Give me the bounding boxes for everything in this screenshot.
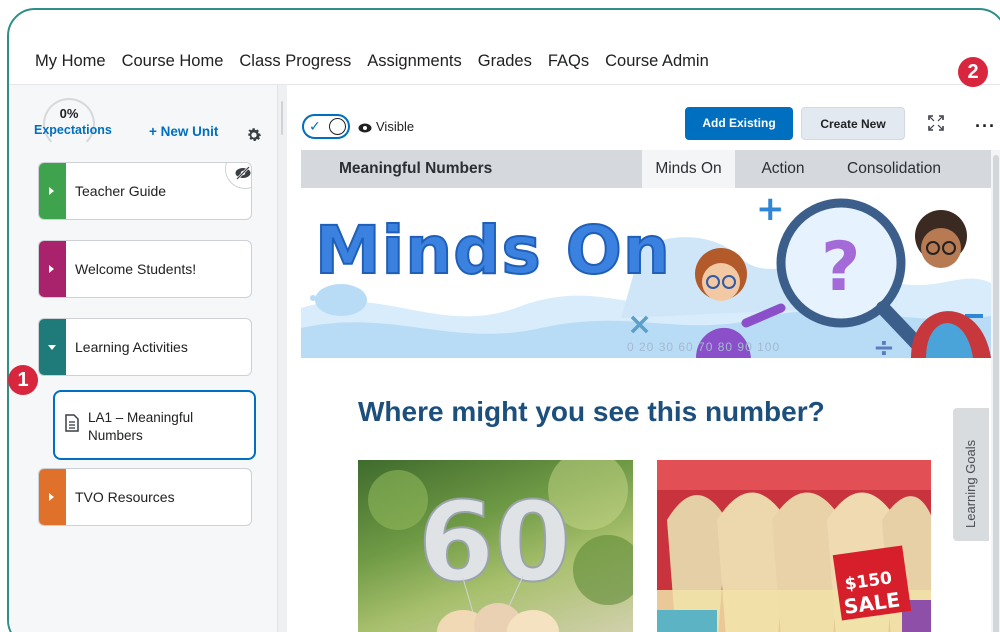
- callout-marker-1: 1: [8, 365, 38, 395]
- expectations-link[interactable]: Expectations: [34, 123, 112, 137]
- expectations-progress[interactable]: 0% Expectations: [34, 98, 112, 158]
- sidebar-resize-handle[interactable]: [277, 85, 287, 632]
- toggle-knob: [329, 118, 346, 135]
- visibility-toggle[interactable]: ✓: [302, 114, 350, 139]
- unit-label: Learning Activities: [75, 339, 188, 355]
- learning-goals-tab[interactable]: Learning Goals: [953, 408, 989, 541]
- nav-course-home[interactable]: Course Home: [122, 52, 224, 71]
- svg-text:+: +: [756, 189, 785, 229]
- unit-card-teacher-guide[interactable]: Teacher Guide: [38, 162, 252, 220]
- check-icon: ✓: [309, 118, 321, 134]
- unit-card-welcome-students[interactable]: Welcome Students!: [38, 240, 252, 298]
- scrollbar-thumb[interactable]: [993, 155, 999, 632]
- nav-assignments[interactable]: Assignments: [367, 52, 461, 71]
- banner-title: Minds On: [314, 211, 671, 290]
- create-new-button[interactable]: Create New: [801, 107, 905, 140]
- unit-label: TVO Resources: [75, 489, 175, 505]
- svg-text:×: ×: [627, 307, 652, 342]
- tab-action[interactable]: Action: [735, 150, 831, 188]
- unit-color-stripe: [39, 319, 66, 375]
- progress-percent: 0%: [59, 106, 79, 121]
- nav-faqs[interactable]: FAQs: [548, 52, 589, 71]
- eye-slash-icon: [235, 166, 251, 180]
- window-frame: My Home Course Home Class Progress Assig…: [7, 8, 1000, 632]
- visibility-status: Visible: [358, 119, 414, 134]
- hidden-badge: [225, 163, 251, 189]
- activity-label: LA1 – Meaningful Numbers: [88, 410, 194, 443]
- lesson-content: Meaningful Numbers Minds On Action Conso…: [301, 150, 991, 632]
- top-navigation: My Home Course Home Class Progress Assig…: [35, 52, 725, 71]
- unit-color-stripe: [39, 163, 66, 219]
- svg-text:60: 60: [418, 478, 571, 606]
- expand-arrow-icon[interactable]: [49, 493, 54, 501]
- tab-minds-on[interactable]: Minds On: [642, 150, 735, 188]
- expand-arrow-icon[interactable]: [49, 265, 54, 273]
- sale-photo-illustration: $150 SALE: [657, 460, 931, 632]
- banner-number-line: 0 20 30 60 70 80 90 100: [627, 340, 781, 354]
- eye-icon: [358, 123, 372, 133]
- unit-color-stripe: [39, 241, 66, 297]
- expand-arrow-icon[interactable]: [49, 187, 54, 195]
- minds-on-banner: + × ÷ ? Minds On 0 20 30 60 70 80 90 100: [301, 188, 991, 358]
- lesson-unit-name: Meaningful Numbers: [339, 160, 493, 177]
- document-icon: [65, 414, 79, 432]
- visible-label: Visible: [376, 119, 415, 134]
- collapse-arrow-icon[interactable]: [48, 345, 56, 350]
- new-unit-button[interactable]: + New Unit: [149, 124, 218, 139]
- balloon-photo: 60: [358, 460, 633, 632]
- nav-course-admin[interactable]: Course Admin: [605, 52, 709, 71]
- nav-grades[interactable]: Grades: [478, 52, 532, 71]
- content-scrollbar[interactable]: [991, 150, 1000, 632]
- callout-marker-2: 2: [958, 57, 988, 87]
- resize-grip[interactable]: [281, 101, 283, 135]
- add-existing-button[interactable]: Add Existing: [685, 107, 793, 140]
- gear-icon[interactable]: [245, 126, 263, 144]
- activity-card-la1[interactable]: LA1 – Meaningful Numbers: [53, 390, 256, 460]
- tab-consolidation[interactable]: Consolidation: [831, 150, 957, 188]
- sale-photo: $150 SALE: [657, 460, 931, 632]
- section-heading: Where might you see this number?: [358, 396, 825, 427]
- svg-text:?: ?: [821, 228, 860, 307]
- nav-my-home[interactable]: My Home: [35, 52, 106, 71]
- unit-label: Welcome Students!: [75, 261, 197, 277]
- unit-card-learning-activities[interactable]: Learning Activities: [38, 318, 252, 376]
- unit-card-tvo-resources[interactable]: TVO Resources: [38, 468, 252, 526]
- nav-class-progress[interactable]: Class Progress: [239, 52, 351, 71]
- more-options-icon[interactable]: ···: [975, 116, 996, 137]
- fullscreen-icon[interactable]: [928, 115, 944, 131]
- balloon-photo-illustration: 60: [368, 460, 633, 632]
- unit-label: Teacher Guide: [75, 183, 167, 199]
- lesson-tabbar: Meaningful Numbers Minds On Action Conso…: [301, 150, 991, 188]
- learning-goals-label: Learning Goals: [963, 439, 978, 528]
- unit-color-stripe: [39, 469, 66, 525]
- svg-text:÷: ÷: [873, 333, 895, 358]
